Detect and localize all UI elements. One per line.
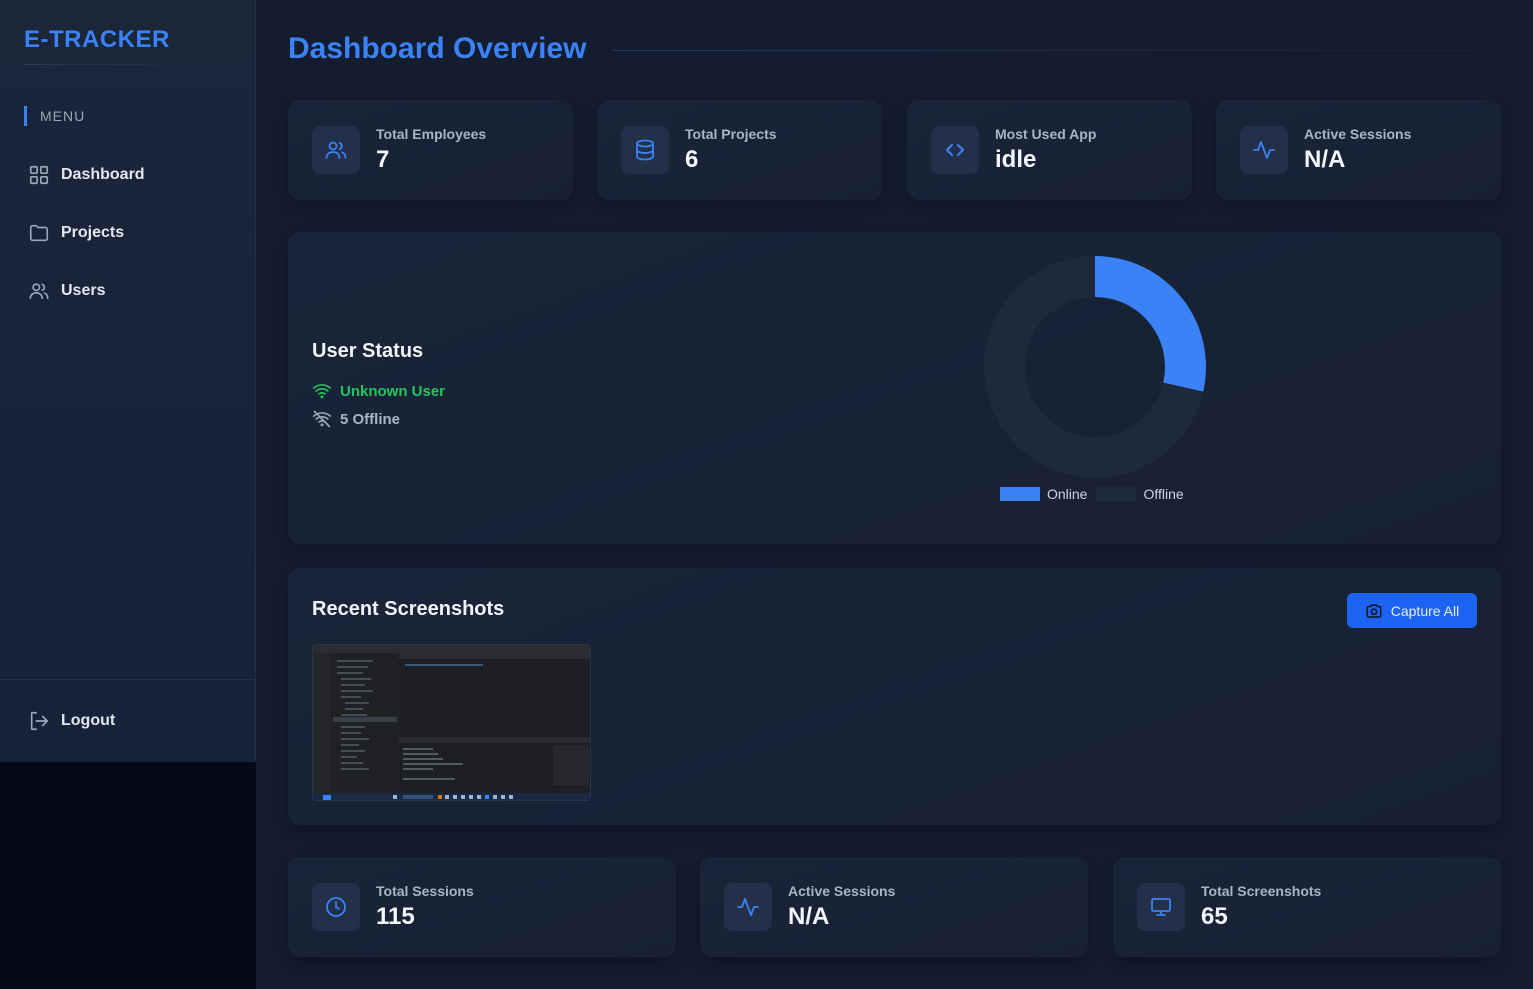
stat-card-total-screenshots: Total Screenshots 65 [1113, 857, 1501, 957]
page-title: Dashboard Overview [288, 32, 587, 65]
screenshot-thumbnail[interactable] [312, 644, 591, 801]
legend-swatch-offline [1096, 487, 1137, 501]
user-status-title: User Status [312, 340, 424, 362]
brand-divider [24, 64, 209, 65]
stat-label: Total Sessions [376, 883, 474, 899]
sidebar-item-users[interactable]: Users [28, 279, 105, 303]
stat-card-active-sessions: Active Sessions N/A [1216, 100, 1501, 200]
logout-label: Logout [61, 712, 116, 729]
stat-card-active-sessions-bottom: Active Sessions N/A [700, 857, 1088, 957]
stat-label: Total Screenshots [1201, 883, 1322, 899]
capture-all-label: Capture All [1390, 602, 1460, 619]
offline-status-text: 5 Offline [340, 410, 401, 428]
capture-all-button[interactable]: Capture All [1347, 593, 1477, 628]
users-icon [29, 283, 49, 300]
stat-value: 7 [376, 146, 390, 173]
legend-swatch-online [1000, 487, 1040, 501]
activity-icon [737, 898, 759, 916]
stat-value: idle [995, 146, 1037, 173]
grid-icon [29, 165, 49, 185]
users-icon [325, 141, 347, 159]
sidebar: E-TRACKER MENU Dashboard Projects Users … [0, 0, 256, 762]
stat-icon-box [621, 126, 669, 174]
stat-icon-box [312, 883, 360, 931]
logout-icon [30, 711, 49, 731]
screenshot-preview-image [313, 645, 590, 800]
stat-card-total-sessions: Total Sessions 115 [288, 857, 676, 957]
title-divider [612, 50, 1502, 51]
user-status-card [288, 232, 1501, 544]
menu-label: MENU [24, 106, 85, 126]
activity-icon [1253, 141, 1275, 159]
stat-label: Active Sessions [1304, 126, 1412, 142]
offline-status: 5 Offline [312, 409, 400, 429]
folder-icon [29, 224, 49, 242]
donut-slice-online [1095, 256, 1206, 392]
camera-icon [1366, 603, 1382, 618]
stat-label: Total Employees [376, 126, 487, 142]
stat-value: N/A [788, 903, 830, 930]
stat-card-most-used-app: Most Used App idle [907, 100, 1192, 200]
sidebar-item-projects[interactable]: Projects [28, 221, 124, 245]
stat-icon-box [1137, 883, 1185, 931]
sidebar-footer-area [0, 762, 256, 989]
stat-icon-box [1240, 126, 1288, 174]
database-icon [636, 139, 654, 161]
sidebar-item-label: Users [61, 282, 106, 299]
code-icon [946, 144, 964, 156]
stat-label: Total Projects [685, 126, 777, 142]
legend-label-online: Online [1047, 486, 1088, 502]
wifi-icon [312, 384, 332, 399]
online-status: Unknown User [312, 381, 445, 401]
stat-value: 6 [685, 146, 699, 173]
sidebar-divider [0, 679, 255, 680]
stat-card-total-projects: Total Projects 6 [597, 100, 882, 200]
logout-button[interactable]: Logout [28, 709, 115, 733]
chart-legend: Online Offline [1000, 486, 1184, 502]
online-status-text: Unknown User [340, 382, 446, 400]
sidebar-item-dashboard[interactable]: Dashboard [28, 163, 145, 187]
user-status-donut-chart [984, 256, 1206, 478]
wifi-off-icon [312, 410, 332, 428]
stat-value: N/A [1304, 146, 1346, 173]
stat-value: 115 [376, 903, 415, 930]
stat-icon-box [931, 126, 979, 174]
stat-icon-box [312, 126, 360, 174]
monitor-icon [1151, 898, 1171, 916]
stat-label: Active Sessions [788, 883, 896, 899]
stat-icon-box [724, 883, 772, 931]
clock-icon [326, 897, 346, 917]
recent-screenshots-title: Recent Screenshots [312, 598, 505, 620]
stat-label: Most Used App [995, 126, 1097, 142]
stat-card-total-employees: Total Employees 7 [288, 100, 573, 200]
sidebar-item-label: Projects [61, 224, 125, 241]
brand-logo: E-TRACKER [24, 26, 170, 53]
legend-label-offline: Offline [1143, 486, 1184, 502]
sidebar-item-label: Dashboard [61, 166, 145, 183]
stat-value: 65 [1201, 903, 1228, 930]
